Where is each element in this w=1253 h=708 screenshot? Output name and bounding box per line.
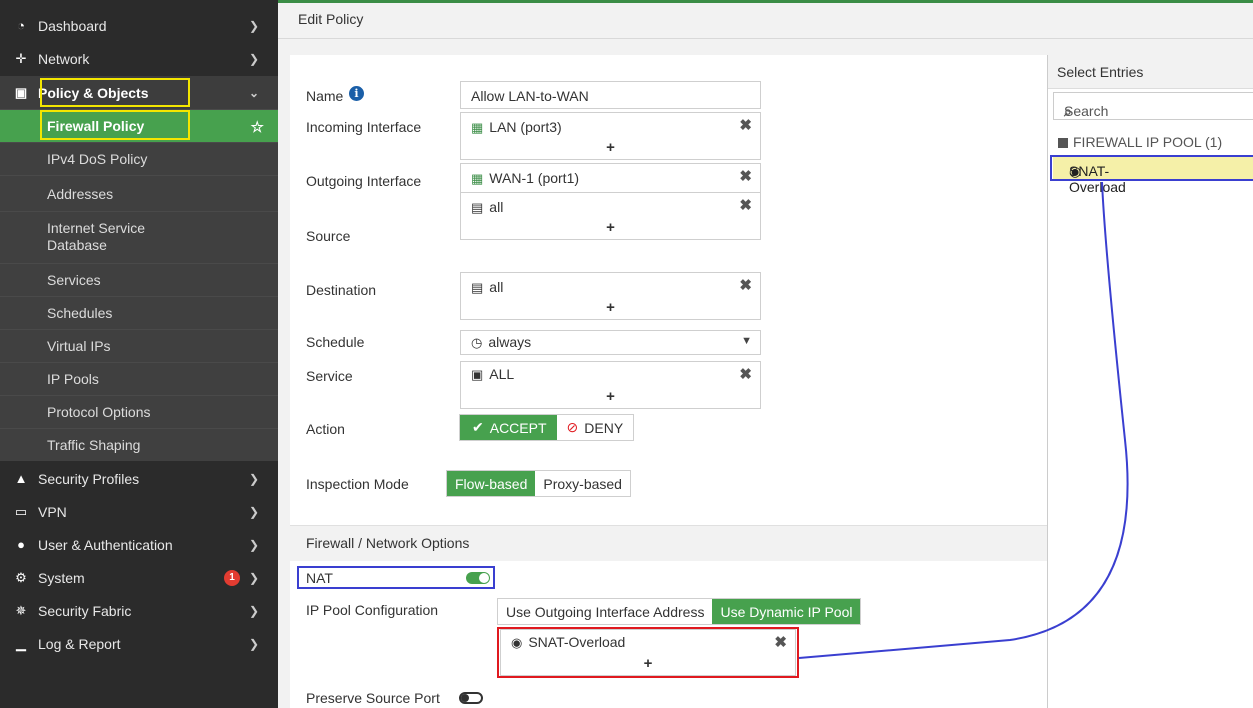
connector-line (798, 181, 1129, 659)
annotation-connector (798, 181, 1129, 659)
